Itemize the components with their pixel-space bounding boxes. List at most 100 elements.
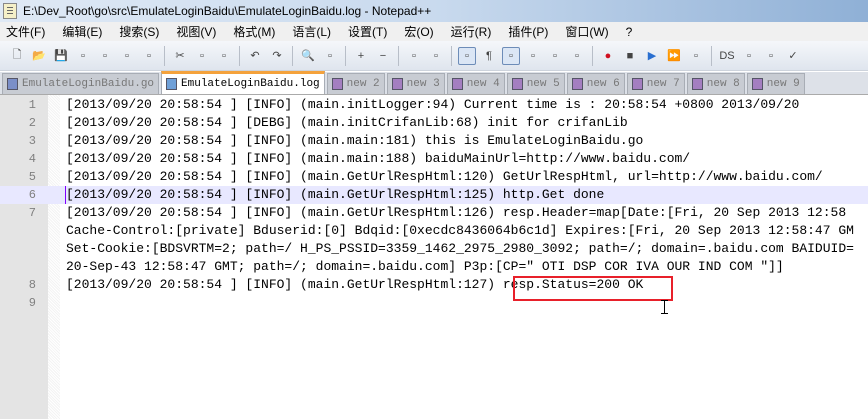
line-number: 4 (28, 152, 36, 166)
file-tab-icon (691, 78, 703, 90)
tab-new-9[interactable]: new 9 (746, 73, 805, 94)
editor-line[interactable]: 9 (0, 294, 868, 312)
editor-line[interactable]: 7 [2013/09/20 20:58:54 ] [INFO] (main.Get… (0, 204, 868, 222)
menu-item[interactable]: 视图(V) (170, 23, 222, 40)
print-icon[interactable]: ▫ (140, 47, 158, 65)
tab-label: new 9 (766, 78, 800, 90)
editor-line[interactable]: 20-Sep-43 12:58:47 GMT; path=/; domain=.… (0, 258, 868, 276)
line-text: 20-Sep-43 12:58:47 GMT; path=/; domain=.… (66, 259, 784, 274)
doc-map-icon[interactable]: ▫ (546, 47, 564, 65)
function-list-icon[interactable]: ▫ (568, 47, 586, 65)
user-language-icon[interactable]: ▫ (524, 47, 542, 65)
editor-line[interactable]: 6 [2013/09/20 20:58:54 ] [INFO] (main.Get… (0, 186, 868, 204)
tab-new-4[interactable]: new 4 (446, 73, 505, 94)
menu-item[interactable]: 文件(F) (0, 23, 51, 40)
editor-line[interactable]: Cache-Control:[private] Bduserid:[0] Bdq… (0, 222, 868, 240)
cut-icon[interactable]: ✂ (171, 47, 189, 65)
paste-icon[interactable]: ▫ (215, 47, 233, 65)
line-text: [2013/09/20 20:58:54 ] [INFO] (main.init… (66, 97, 800, 112)
menu-item[interactable]: 窗口(W) (559, 23, 614, 40)
menu-item[interactable]: 运行(R) (445, 23, 498, 40)
toolbar-separator (451, 45, 452, 66)
save-icon[interactable]: 💾 (52, 47, 70, 65)
sync-vertical-icon[interactable]: ▫ (405, 47, 423, 65)
tab-emulateloginbaidu-go[interactable]: EmulateLoginBaidu.go (2, 73, 160, 94)
line-text: [2013/09/20 20:58:54 ] [INFO] (main.GetU… (66, 205, 847, 220)
redo-icon[interactable]: ↷ (268, 47, 286, 65)
word-wrap-icon[interactable]: ▫ (458, 46, 476, 65)
close-all-icon[interactable]: ▫ (118, 47, 136, 65)
file-tab-icon (571, 78, 583, 90)
close-icon[interactable]: ▫ (96, 47, 114, 65)
menu-item[interactable]: 语言(L) (286, 23, 337, 40)
line-number: 1 (28, 98, 36, 112)
copy-icon[interactable]: ▫ (193, 47, 211, 65)
tab-new-2[interactable]: new 2 (326, 73, 385, 94)
file-tab-icon (511, 78, 523, 90)
line-text: [2013/09/20 20:58:54 ] [INFO] (main.GetU… (66, 169, 823, 184)
menu-item[interactable]: 插件(P) (502, 23, 554, 40)
line-number: 3 (28, 134, 36, 148)
menu-item[interactable]: 宏(O) (398, 23, 439, 40)
replace-icon[interactable]: ▫ (321, 47, 339, 65)
sync-horizontal-icon[interactable]: ▫ (427, 47, 445, 65)
editor-line[interactable]: 4 [2013/09/20 20:58:54 ] [INFO] (main.mai… (0, 150, 868, 168)
tab-label: new 7 (646, 78, 680, 90)
zoom-in-icon[interactable]: + (352, 47, 370, 65)
file-tab-icon (166, 78, 178, 90)
toolbar-separator (164, 45, 165, 66)
find-icon[interactable]: 🔍 (299, 47, 317, 65)
tab-label: new 8 (706, 78, 740, 90)
line-number: 2 (28, 116, 36, 130)
line-number: 8 (28, 278, 36, 292)
tab-new-7[interactable]: new 7 (626, 73, 685, 94)
tab-label: new 6 (586, 78, 620, 90)
line-text: [2013/09/20 20:58:54 ] [DEBG] (main.init… (66, 115, 628, 130)
run-macro-multiple-icon[interactable]: ⏩ (665, 47, 683, 65)
file-tab-icon (631, 78, 643, 90)
line-text: [2013/09/20 20:58:54 ] [INFO] (main.GetU… (66, 187, 605, 202)
editor-line[interactable]: 3 [2013/09/20 20:58:54 ] [INFO] (main.mai… (0, 132, 868, 150)
menu-item[interactable]: 格式(M) (227, 23, 281, 40)
tab-emulateloginbaidu-log[interactable]: EmulateLoginBaidu.log (161, 71, 325, 94)
new-file-icon[interactable]: 🗋 (8, 47, 26, 65)
zoom-out-icon[interactable]: − (374, 47, 392, 65)
tab-label: new 5 (526, 78, 560, 90)
file-tab-icon (391, 78, 403, 90)
open-file-icon[interactable]: 📂 (30, 47, 48, 65)
save-macro-icon[interactable]: ▫ (687, 47, 705, 65)
menu-item[interactable]: 搜索(S) (113, 23, 165, 40)
toolbar-separator (398, 45, 399, 66)
spell-check-icon[interactable]: ✓ (784, 47, 802, 65)
tab-label: EmulateLoginBaidu.go (22, 78, 155, 90)
show-all-chars-icon[interactable]: ¶ (480, 47, 498, 65)
editor-line[interactable]: 1 [2013/09/20 20:58:54 ] [INFO] (main.ini… (0, 96, 868, 114)
tab-new-3[interactable]: new 3 (386, 73, 445, 94)
plugin1-icon[interactable]: ▫ (740, 47, 758, 65)
stop-macro-icon[interactable]: ■ (621, 47, 639, 65)
toolbar-separator (711, 45, 712, 66)
editor-line[interactable]: 8 [2013/09/20 20:58:54 ] [INFO] (main.Get… (0, 276, 868, 294)
ibeam-cursor-icon (661, 300, 668, 314)
editor-line[interactable]: 2 [2013/09/20 20:58:54 ] [DEBG] (main.ini… (0, 114, 868, 132)
toolbar-separator (292, 45, 293, 66)
undo-icon[interactable]: ↶ (246, 47, 264, 65)
tab-new-8[interactable]: new 8 (686, 73, 745, 94)
plugin2-icon[interactable]: ▫ (762, 47, 780, 65)
editor[interactable]: 1 [2013/09/20 20:58:54 ] [INFO] (main.ini… (0, 95, 868, 419)
menu-item[interactable]: 编辑(E) (56, 23, 108, 40)
record-macro-icon[interactable]: ● (599, 47, 617, 65)
menu-item[interactable]: ? (620, 25, 639, 39)
DS-icon[interactable]: DS (718, 47, 736, 65)
tab-label: new 2 (346, 78, 380, 90)
editor-line[interactable]: 5 [2013/09/20 20:58:54 ] [INFO] (main.Get… (0, 168, 868, 186)
play-macro-icon[interactable]: ▶ (643, 47, 661, 65)
indent-guide-icon[interactable]: ▫ (502, 46, 520, 65)
save-all-icon[interactable]: ▫ (74, 47, 92, 65)
menu-item[interactable]: 设置(T) (342, 23, 393, 40)
editor-line[interactable]: Set-Cookie:[BDSVRTM=2; path=/ H_PS_PSSID… (0, 240, 868, 258)
tab-new-5[interactable]: new 5 (506, 73, 565, 94)
tab-label: EmulateLoginBaidu.log (181, 78, 320, 90)
line-text: [2013/09/20 20:58:54 ] [INFO] (main.main… (66, 133, 644, 148)
tab-new-6[interactable]: new 6 (566, 73, 625, 94)
